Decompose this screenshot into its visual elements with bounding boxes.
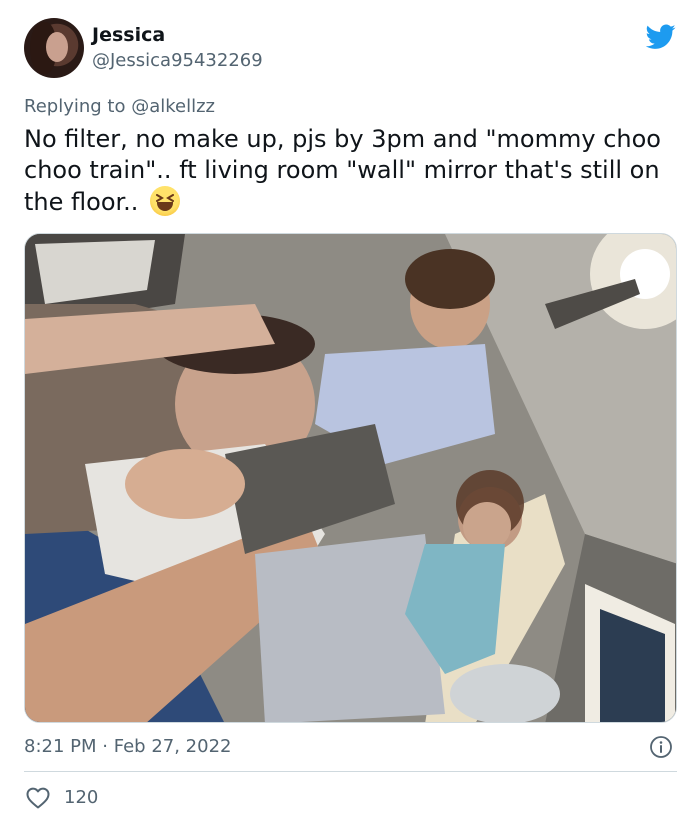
timestamp-separator: · [102, 736, 108, 757]
replying-prefix: Replying to [24, 96, 126, 117]
author-name[interactable]: Jessica [92, 24, 165, 46]
tweet-photo[interactable] [24, 233, 677, 723]
tweet-header: Jessica @Jessica95432269 [24, 18, 680, 80]
author-handle[interactable]: @Jessica95432269 [92, 50, 263, 71]
tweet-body: No filter, no make up, pjs by 3pm and "m… [24, 124, 674, 218]
twitter-bird-icon[interactable] [646, 24, 676, 50]
tweet-text: No filter, no make up, pjs by 3pm and "m… [24, 125, 661, 216]
divider [24, 771, 677, 772]
heart-icon[interactable] [26, 787, 50, 809]
info-icon[interactable] [649, 735, 673, 759]
like-count: 120 [64, 787, 99, 808]
tweet-date: Feb 27, 2022 [113, 736, 232, 757]
avatar[interactable] [24, 18, 84, 78]
tweet-timestamp[interactable]: 8:21 PM · Feb 27, 2022 [24, 736, 231, 757]
tweet-time: 8:21 PM [24, 736, 97, 757]
grinning-squinting-face-emoji [150, 186, 181, 216]
replying-to-line: Replying to @alkellzz [24, 96, 215, 117]
reply-mention-link[interactable]: @alkellzz [131, 96, 215, 117]
